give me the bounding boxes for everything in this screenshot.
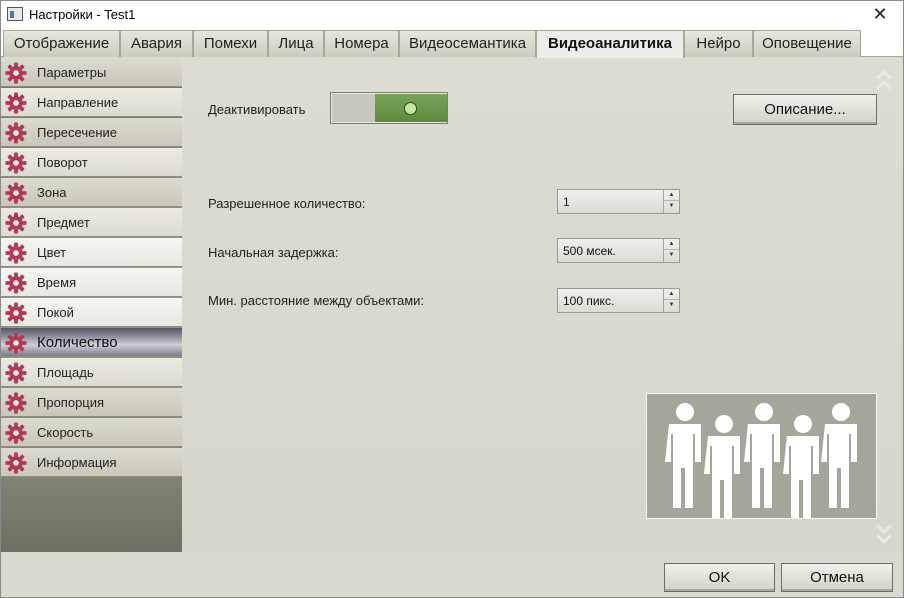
sidebar-item-label: Пересечение	[37, 125, 118, 140]
main-panel: Деактивировать Описание... Разрешенное к…	[182, 58, 903, 552]
sidebar-item-label: Время	[37, 275, 77, 290]
tab-faces[interactable]: Лица	[268, 30, 324, 57]
field-label-initial-delay: Начальная задержка:	[208, 245, 339, 260]
gear-icon	[5, 362, 27, 384]
gear-icon	[5, 212, 27, 234]
cancel-button[interactable]: Отмена	[781, 563, 893, 592]
gear-icon	[5, 122, 27, 144]
gear-icon	[5, 152, 27, 174]
sidebar-item-area[interactable]: Площадь	[1, 358, 182, 387]
people-group-icon	[665, 403, 857, 520]
scroll-up-icon[interactable]	[875, 67, 893, 95]
gear-icon	[5, 392, 27, 414]
spin-up-button[interactable]: ▲	[664, 289, 679, 300]
title-bar: Настройки - Test1 ✕	[1, 1, 903, 29]
sidebar-item-time[interactable]: Время	[1, 268, 182, 297]
min-distance-spinbox[interactable]: 100 пикс. ▲ ▼	[557, 288, 680, 313]
spinbox-value[interactable]: 1	[563, 195, 570, 209]
gear-icon	[5, 242, 27, 264]
sidebar-item-turn[interactable]: Поворот	[1, 148, 182, 177]
sidebar-item-label: Направление	[37, 95, 119, 110]
close-button[interactable]: ✕	[857, 1, 903, 29]
gear-icon	[5, 332, 27, 354]
tab-display[interactable]: Отображение	[3, 30, 120, 57]
tab-plates[interactable]: Номера	[324, 30, 399, 57]
initial-delay-spinbox[interactable]: 500 мсек. ▲ ▼	[557, 238, 680, 263]
sidebar-item-crossing[interactable]: Пересечение	[1, 118, 182, 147]
settings-window: Настройки - Test1 ✕ Отображение Авария П…	[0, 0, 904, 598]
spinbox-arrows: ▲ ▼	[663, 190, 679, 213]
tab-video-analytics[interactable]: Видеоаналитика	[536, 30, 684, 58]
sidebar-item-label: Поворот	[37, 155, 88, 170]
sidebar-item-label: Площадь	[37, 365, 94, 380]
gear-icon	[5, 302, 27, 324]
sidebar-item-object[interactable]: Предмет	[1, 208, 182, 237]
spinbox-arrows: ▲ ▼	[663, 289, 679, 312]
description-button[interactable]: Описание...	[733, 94, 877, 125]
tab-bar: Отображение Авария Помехи Лица Номера Ви…	[1, 29, 903, 58]
field-label-min-distance: Мин. расстояние между объектами:	[208, 293, 425, 308]
gear-icon	[5, 62, 27, 84]
sidebar-item-rest[interactable]: Покой	[1, 298, 182, 327]
people-group-illustration	[646, 393, 877, 520]
spin-up-button[interactable]: ▲	[664, 239, 679, 250]
sidebar-item-label: Покой	[37, 305, 74, 320]
sidebar-item-label: Количество	[37, 334, 118, 351]
sidebar-item-label: Предмет	[37, 215, 90, 230]
spin-down-button[interactable]: ▼	[664, 201, 679, 212]
tab-neuro[interactable]: Нейро	[684, 30, 753, 57]
deactivate-toggle[interactable]	[330, 92, 448, 124]
scroll-down-icon[interactable]	[875, 519, 893, 547]
gear-icon	[5, 422, 27, 444]
gear-icon	[5, 92, 27, 114]
sidebar-item-information[interactable]: Информация	[1, 448, 182, 477]
sidebar-item-label: Скорость	[37, 425, 94, 440]
sidebar-item-parameters[interactable]: Параметры	[1, 58, 182, 87]
tab-interference[interactable]: Помехи	[193, 30, 268, 57]
sidebar-item-label: Параметры	[37, 65, 107, 80]
sidebar-item-proportion[interactable]: Пропорция	[1, 388, 182, 417]
ok-button[interactable]: OK	[664, 563, 775, 592]
field-label-allowed-count: Разрешенное количество:	[208, 196, 366, 211]
spin-up-button[interactable]: ▲	[664, 190, 679, 201]
sidebar: Параметры Направление Пересечение Поворот Зо…	[1, 58, 182, 552]
sidebar-item-zone[interactable]: Зона	[1, 178, 182, 207]
sidebar-item-speed[interactable]: Скорость	[1, 418, 182, 447]
gear-icon	[5, 272, 27, 294]
gear-icon	[5, 182, 27, 204]
tab-video-semantics[interactable]: Видеосемантика	[399, 30, 536, 57]
sidebar-item-direction[interactable]: Направление	[1, 88, 182, 117]
sidebar-item-label: Информация	[37, 455, 117, 470]
sidebar-item-label: Зона	[37, 185, 67, 200]
sidebar-item-label: Пропорция	[37, 395, 105, 410]
app-icon	[7, 7, 23, 21]
toggle-knob	[404, 102, 417, 115]
tab-alarm[interactable]: Авария	[120, 30, 193, 57]
toggle-on-area	[375, 94, 447, 122]
spinbox-value[interactable]: 500 мсек.	[563, 244, 616, 258]
window-title: Настройки - Test1	[29, 7, 136, 22]
deactivate-label: Деактивировать	[208, 102, 306, 117]
sidebar-item-label: Цвет	[37, 245, 67, 260]
sidebar-item-color[interactable]: Цвет	[1, 238, 182, 267]
spin-down-button[interactable]: ▼	[664, 300, 679, 311]
gear-icon	[5, 452, 27, 474]
tab-notification[interactable]: Оповещение	[753, 30, 861, 57]
spinbox-value[interactable]: 100 пикс.	[563, 294, 614, 308]
allowed-count-spinbox[interactable]: 1 ▲ ▼	[557, 189, 680, 214]
spinbox-arrows: ▲ ▼	[663, 239, 679, 262]
sidebar-item-count[interactable]: Количество	[1, 328, 182, 357]
spin-down-button[interactable]: ▼	[664, 250, 679, 261]
